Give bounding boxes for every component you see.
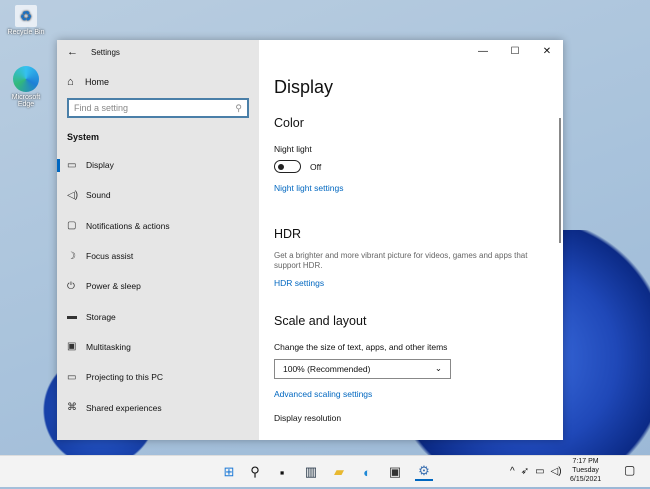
minimize-button[interactable]: — [467,40,499,62]
search-placeholder: Find a setting [74,103,128,113]
back-arrow-icon[interactable]: ← [67,46,91,58]
sidebar-item-notifications[interactable]: ▢Notifications & actions [57,211,259,241]
search-icon[interactable]: ⚲ [246,463,264,481]
sidebar-item-multitasking[interactable]: ▣Multitasking [57,332,259,362]
nav-label: Storage [86,312,116,322]
desktop-icon-label: Recycle Bin [5,29,47,36]
color-heading: Color [274,116,563,130]
storage-icon: ▬ [67,311,86,322]
file-explorer-icon[interactable]: ▰ [330,463,348,481]
moon-icon: ☽ [67,251,86,262]
night-light-toggle[interactable] [274,160,301,173]
sidebar-item-projecting[interactable]: ▭Projecting to this PC [57,362,259,392]
night-light-settings-link[interactable]: Night light settings [274,183,563,193]
recycle-bin-icon: ♻ [15,5,37,27]
sidebar-item-display[interactable]: ▭Display [57,150,259,180]
notification-icon: ▢ [67,220,86,231]
main-content: —☐✕ Display Color Night light Off Night … [259,40,563,440]
volume-icon[interactable]: ◁) [551,466,562,477]
window-title: Settings [91,48,120,57]
nav-label: Shared experiences [86,403,162,413]
shared-icon: ⌘ [67,402,86,413]
close-button[interactable]: ✕ [531,40,563,62]
store-icon[interactable]: ▣ [386,463,404,481]
size-label: Change the size of text, apps, and other… [274,342,563,352]
nav-label: Focus assist [86,251,133,261]
sidebar: ←Settings ⌂Home Find a setting ⚲ System ▭… [57,40,259,440]
sidebar-item-shared[interactable]: ⌘Shared experiences [57,392,259,422]
speaker-icon: ◁) [67,190,86,201]
hdr-heading: HDR [274,227,563,241]
hdr-settings-link[interactable]: HDR settings [274,278,563,288]
settings-window: ←Settings ⌂Home Find a setting ⚲ System ▭… [57,40,563,440]
taskbar: ⊞ ⚲ ▪ ▥ ▰ ◐ ▣ ⚙ ^ ➶ ▭ ◁) 7:17 PMTuesday6/15… [0,455,650,487]
dropdown-value: 100% (Recommended) [283,364,370,374]
advanced-scaling-link[interactable]: Advanced scaling settings [274,389,563,399]
nav-label: Notifications & actions [86,221,170,231]
nav-label: Display [86,160,114,170]
clock[interactable]: 7:17 PMTuesday6/15/2021 [570,458,601,484]
home-label: Home [85,77,109,87]
network-icon[interactable]: ▭ [535,466,544,477]
date: 6/15/2021 [570,476,601,485]
hdr-description: Get a brighter and more vibrant picture … [274,251,544,272]
desktop-icon-label: Microsoft Edge [5,94,47,108]
maximize-button[interactable]: ☐ [499,40,531,62]
nav-label: Power & sleep [86,281,141,291]
start-icon[interactable]: ⊞ [220,463,238,481]
chevron-down-icon: ⌄ [435,363,442,374]
nav-label: Multitasking [86,342,131,352]
nav-label: Sound [86,190,111,200]
desktop-icon-recycle-bin[interactable]: ♻ Recycle Bin [5,5,47,36]
task-view-icon[interactable]: ▪ [273,463,291,481]
sidebar-item-power[interactable]: ⏻Power & sleep [57,271,259,301]
projector-icon: ▭ [67,372,86,383]
search-input[interactable]: Find a setting ⚲ [67,98,249,118]
sidebar-item-focus-assist[interactable]: ☽Focus assist [57,241,259,271]
search-icon: ⚲ [235,103,242,114]
multitasking-icon: ▣ [67,341,86,352]
chevron-up-icon[interactable]: ^ [510,466,515,477]
desktop-icon-edge[interactable]: Microsoft Edge [5,66,47,108]
nav-label: Projecting to this PC [86,372,163,382]
edge-icon[interactable]: ◐ [358,463,376,481]
notification-center-icon[interactable]: ▢ [624,463,635,477]
widgets-icon[interactable]: ▥ [302,463,320,481]
home-icon: ⌂ [67,76,85,88]
night-light-label: Night light [274,144,563,154]
scrollbar[interactable] [559,118,561,243]
scale-dropdown[interactable]: 100% (Recommended) ⌄ [274,359,451,379]
sidebar-item-sound[interactable]: ◁)Sound [57,180,259,210]
time: 7:17 PM [570,458,601,467]
monitor-icon: ▭ [67,160,86,171]
sidebar-home[interactable]: ⌂Home [57,64,259,88]
settings-gear-icon[interactable]: ⚙ [415,463,433,481]
page-title: Display [274,77,563,98]
scale-heading: Scale and layout [274,314,563,328]
edge-icon [13,66,39,92]
power-icon: ⏻ [67,281,86,292]
location-icon[interactable]: ➶ [521,466,529,477]
section-heading: System [57,118,259,150]
resolution-label: Display resolution [274,413,563,423]
day: Tuesday [570,467,601,476]
sidebar-item-storage[interactable]: ▬Storage [57,301,259,331]
toggle-state: Off [310,162,321,172]
